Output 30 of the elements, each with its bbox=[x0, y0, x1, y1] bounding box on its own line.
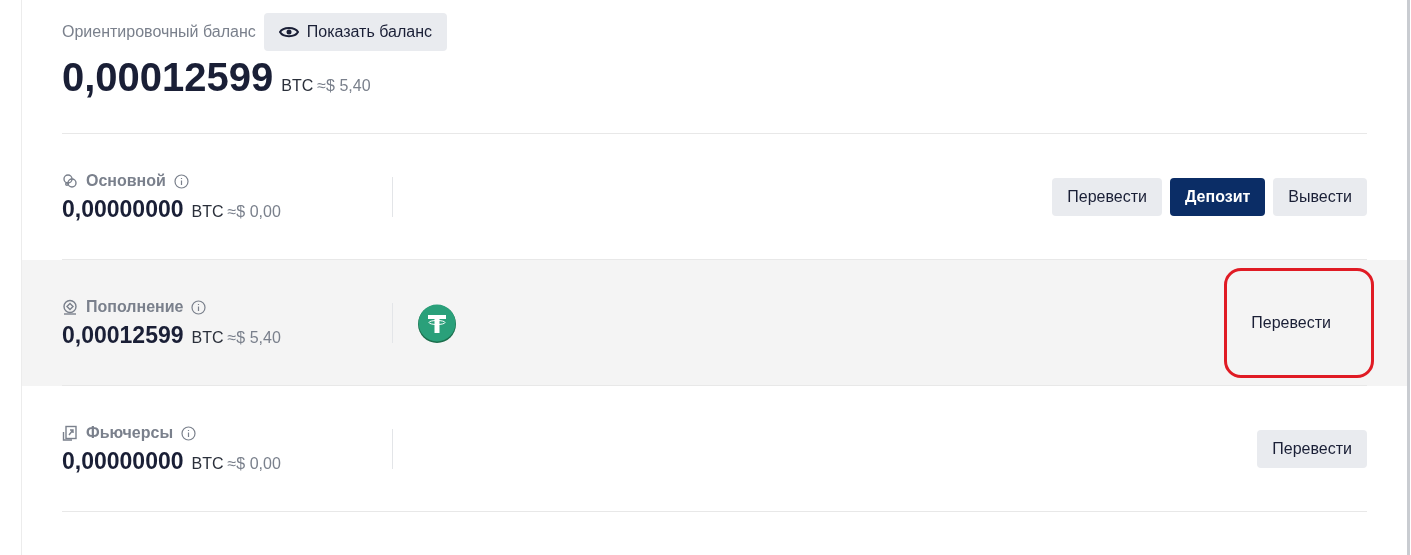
usd-value: ≈$ 0,00 bbox=[227, 454, 281, 474]
info-icon[interactable] bbox=[191, 299, 207, 315]
account-balance: 0,00012599 bbox=[62, 323, 184, 349]
deposit-button[interactable]: Депозит bbox=[1170, 177, 1266, 216]
account-balance: 0,00000000 bbox=[62, 449, 184, 475]
eye-icon bbox=[278, 25, 299, 39]
account-balance: 0,00000000 bbox=[62, 197, 184, 223]
account-button[interactable]: Перевести bbox=[1257, 429, 1367, 468]
circles-icon bbox=[62, 173, 78, 189]
account-button[interactable]: Перевести bbox=[1236, 303, 1346, 342]
currency-unit: BTC bbox=[191, 454, 224, 474]
account-name: Пополнение bbox=[86, 297, 184, 317]
show-balance-button[interactable]: Показать баланс bbox=[263, 13, 447, 51]
balance-label: Ориентировочный баланс bbox=[62, 22, 256, 42]
account-button[interactable]: Перевести bbox=[1052, 177, 1162, 216]
total-balance: 0,00012599 bbox=[62, 55, 274, 99]
info-icon[interactable] bbox=[181, 425, 197, 441]
account-name: Фьючерсы bbox=[86, 423, 174, 443]
info-icon[interactable] bbox=[173, 173, 189, 189]
chart-icon bbox=[62, 425, 78, 441]
usd-value: ≈$ 5,40 bbox=[317, 76, 371, 96]
usd-value: ≈$ 5,40 bbox=[227, 328, 281, 348]
usd-value: ≈$ 0,00 bbox=[227, 202, 281, 222]
account-name: Основной bbox=[86, 171, 166, 191]
target-icon bbox=[62, 299, 78, 315]
currency-unit: BTC bbox=[191, 202, 224, 222]
currency-unit: BTC bbox=[191, 328, 224, 348]
currency-unit: BTC bbox=[281, 76, 314, 96]
account-button[interactable]: Вывести bbox=[1273, 177, 1367, 216]
coin-icon bbox=[417, 302, 457, 343]
